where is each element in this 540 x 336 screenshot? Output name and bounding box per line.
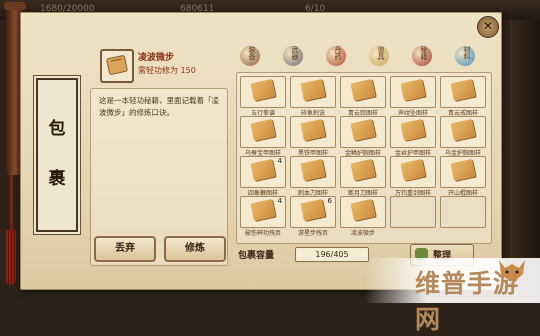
tab-2[interactable]: 丹药 [324, 44, 350, 68]
selected-item-name: 凌波微步 [138, 53, 175, 63]
inventory-slot[interactable]: 青云踪图样 [340, 76, 386, 117]
inventory-slot[interactable]: 青云戒图样 [440, 76, 486, 117]
tab-0[interactable]: 装备 [238, 44, 264, 68]
book-icon [250, 78, 276, 102]
book-icon [300, 158, 326, 182]
inventory-slot[interactable] [440, 196, 486, 228]
book-icon [300, 78, 326, 102]
selected-item-book-icon [100, 49, 134, 83]
discard-button[interactable]: 丢弃 [94, 236, 156, 262]
book-icon [450, 118, 476, 142]
inventory-slot[interactable]: 游星步残页 6 [290, 196, 336, 237]
close-button[interactable]: ✕ [477, 16, 499, 38]
title-char-2: 裹 [48, 169, 66, 189]
book-icon [400, 158, 426, 182]
book-icon [250, 158, 276, 182]
inventory-slot[interactable]: 破伤神功残页 4 [240, 196, 286, 237]
practice-button[interactable]: 修炼 [164, 236, 226, 262]
book-icon [400, 118, 426, 142]
item-name: 游星步残页 [297, 230, 328, 237]
item-description: 这是一本轻功秘籍，里面记载着「凌波微步」的修炼口诀。 [99, 96, 219, 117]
inventory-slot[interactable]: 碎象刺诀 [290, 76, 336, 117]
tassel-fringe [6, 230, 16, 285]
book-icon [350, 158, 376, 182]
tab-label: 材料 [463, 46, 471, 60]
tab-4[interactable]: 秘籍 [410, 44, 436, 68]
tab-label: 武器 [291, 46, 299, 60]
inventory-slot[interactable] [390, 196, 436, 228]
book-icon [350, 118, 376, 142]
book-icon [300, 118, 326, 142]
item-count: 6 [327, 197, 332, 205]
item-detail-panel: 凌波微步 需轻功修为 150 这是一本轻功秘籍，里面记载着「凌波微步」的修炼口诀… [88, 36, 232, 266]
book-icon [350, 78, 376, 102]
inventory-slot[interactable]: 凌波微步 [340, 196, 386, 237]
item-count: 4 [277, 157, 282, 165]
inventory-slot[interactable]: 声纹坠图样 [390, 76, 436, 117]
book-icon [450, 158, 476, 182]
tab-label: 道具 [377, 46, 385, 60]
book-icon [250, 118, 276, 142]
inventory-slot[interactable]: 乌蚕宝甲图样 [240, 116, 286, 157]
tab-label: 装备 [248, 46, 256, 60]
capacity-label: 包裹容量 [238, 251, 275, 261]
inventory-slot[interactable]: 金鳞护腕图样 [340, 116, 386, 157]
inventory-slot[interactable]: 金丝护甲图样 [390, 116, 436, 157]
selected-item-requirement: 需轻功修为 150 [138, 66, 196, 75]
inventory-slot[interactable]: 五行拳谱 [240, 76, 286, 117]
inventory-slot[interactable]: 断月刀图样 [340, 156, 386, 197]
capacity-value: 196/405 [315, 250, 349, 259]
item-count: 4 [277, 197, 282, 205]
book-icon [300, 198, 326, 222]
book-icon [400, 78, 426, 102]
inventory-slot[interactable]: 开山棍图样 [440, 156, 486, 197]
tab-3[interactable]: 道具 [367, 44, 393, 68]
tab-5[interactable]: 材料 [453, 44, 479, 68]
inventory-slot[interactable]: 乌金护腕图样 [440, 116, 486, 157]
inventory-slot[interactable]: 四象鞭图样 4 [240, 156, 286, 197]
tab-1[interactable]: 武器 [281, 44, 307, 68]
book-icon [350, 198, 376, 222]
inventory-grid: 五行拳谱 碎象刺诀 青云踪图样 声纹坠图样 青云戒图样乌蚕宝甲图样 黑铁甲图样 金鳞护腕图样… [236, 72, 492, 244]
inventory-slot[interactable]: 黑铁甲图样 [290, 116, 336, 157]
inventory-slot[interactable]: 万钧重剑图样 [390, 156, 436, 197]
book-icon [450, 78, 476, 102]
item-name: 破伤神功残页 [244, 230, 281, 237]
title-char-1: 包 [48, 119, 66, 139]
item-name: 凌波微步 [350, 230, 375, 237]
inventory-title-plaque: 包 裹 [36, 78, 78, 232]
book-icon [250, 198, 276, 222]
capacity-bar: 196/405 [295, 247, 369, 262]
tab-label: 秘籍 [420, 46, 428, 60]
scroll-rod-cap-top [4, 2, 26, 10]
inventory-slot[interactable]: 刺血刀图样 [290, 156, 336, 197]
tab-label: 丹药 [334, 46, 342, 60]
fox-mascot-icon [499, 260, 525, 280]
